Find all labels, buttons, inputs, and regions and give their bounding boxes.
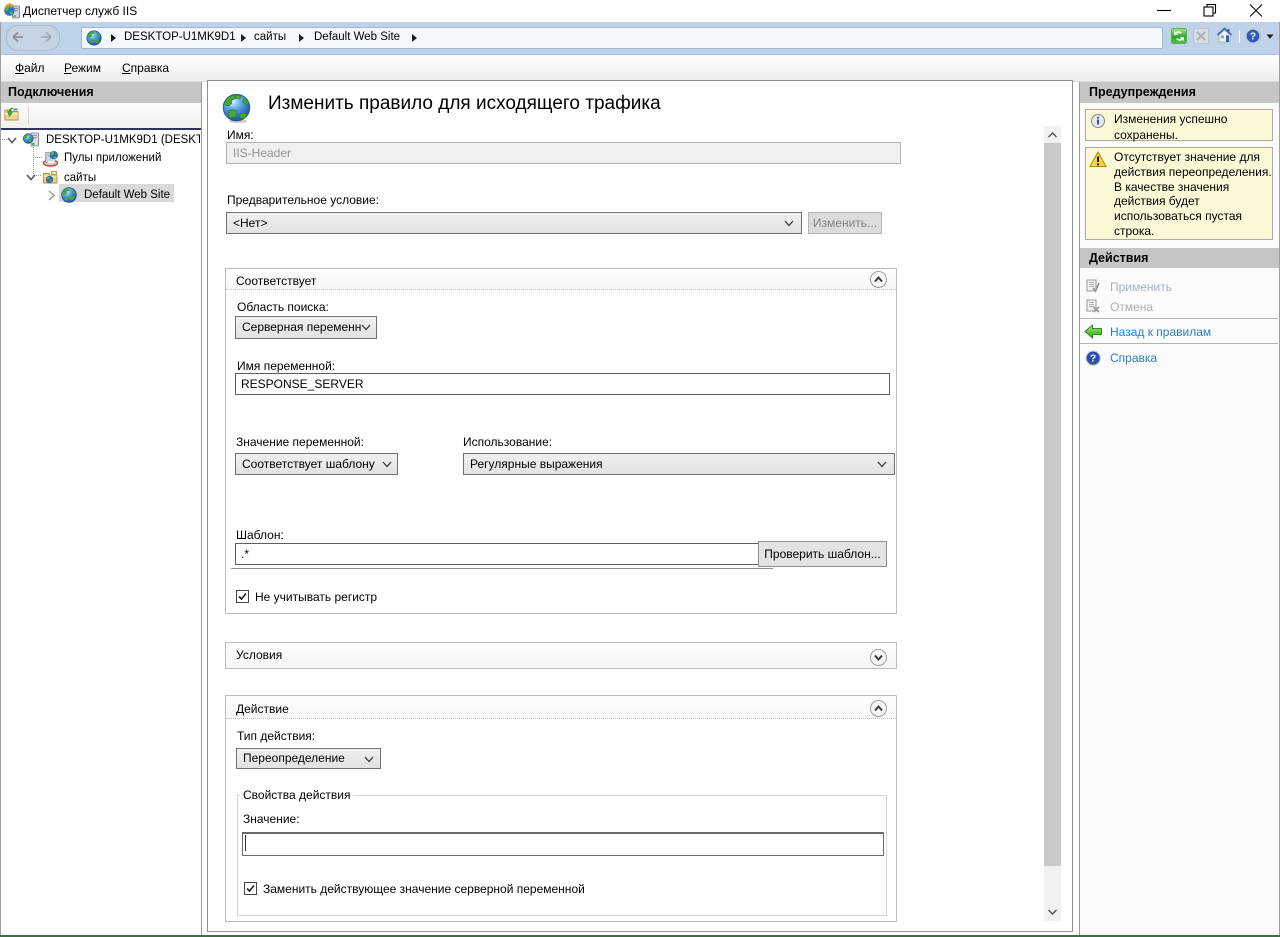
svg-text:?: ? xyxy=(1250,31,1256,43)
svg-text:?: ? xyxy=(1090,354,1096,365)
